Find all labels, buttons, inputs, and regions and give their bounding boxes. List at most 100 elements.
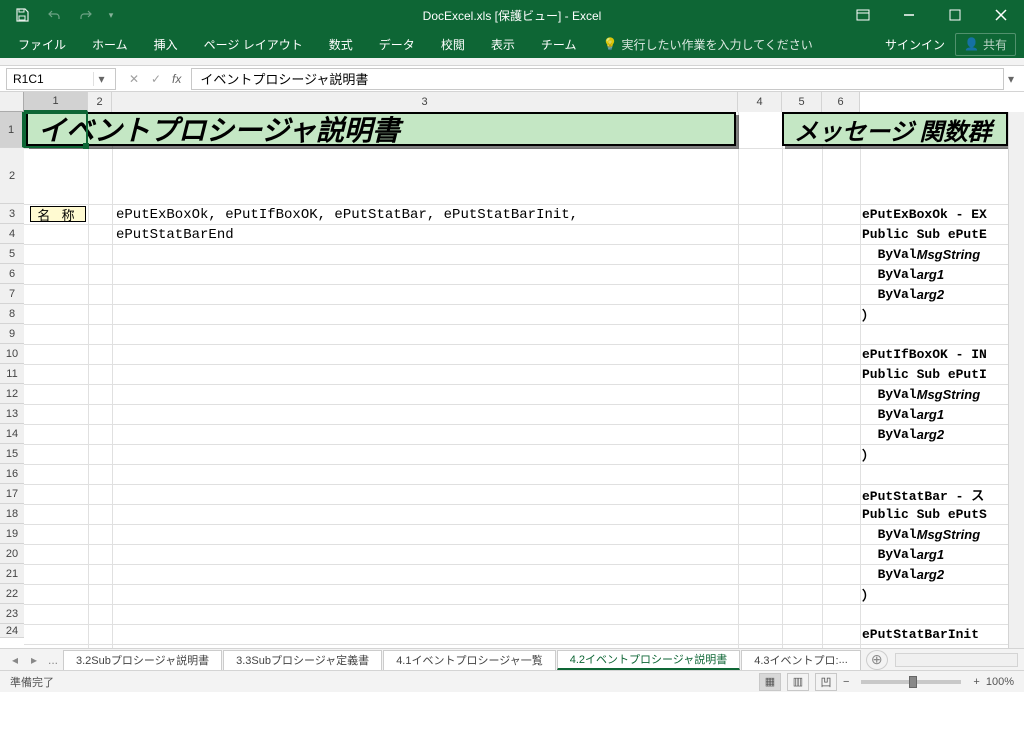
row-header-13[interactable]: 13: [0, 404, 24, 424]
row-header-7[interactable]: 7: [0, 284, 24, 304]
content-line-2: ePutStatBarEnd: [116, 227, 234, 243]
tab-formulas[interactable]: 数式: [319, 32, 363, 57]
view-pagebreak-icon[interactable]: 凹: [815, 673, 837, 691]
redo-icon[interactable]: [72, 1, 100, 29]
side-arg: ByVal arg1: [860, 404, 1008, 424]
tab-more-left[interactable]: ...: [44, 651, 62, 669]
side-arg: ByVal arg1: [860, 544, 1008, 564]
row-header-6[interactable]: 6: [0, 264, 24, 284]
tab-home[interactable]: ホーム: [82, 32, 138, 57]
zoom-slider[interactable]: [861, 680, 961, 684]
row-header-11[interactable]: 11: [0, 364, 24, 384]
sheet-tab-bar: ◂ ▸ ... 3.2Subプロシージャ説明書 3.3Subプロシージャ定義書 …: [0, 648, 1024, 670]
view-pagelayout-icon[interactable]: ▥: [787, 673, 809, 691]
qat-customize-icon[interactable]: ▾: [104, 1, 118, 29]
tab-view[interactable]: 表示: [481, 32, 525, 57]
ribbon-tabs: ファイル ホーム 挿入 ページ レイアウト 数式 データ 校閲 表示 チーム 💡…: [0, 30, 1024, 58]
tab-nav-prev-icon[interactable]: ▸: [25, 651, 43, 669]
select-all-corner[interactable]: [0, 92, 24, 112]
tab-team[interactable]: チーム: [531, 32, 587, 57]
status-bar: 準備完了 ▦ ▥ 凹 − + 100%: [0, 670, 1024, 692]
cancel-icon[interactable]: ✕: [124, 72, 144, 86]
row-header-8[interactable]: 8: [0, 304, 24, 324]
row-header-15[interactable]: 15: [0, 444, 24, 464]
signin-link[interactable]: サインイン: [885, 36, 945, 53]
new-sheet-icon[interactable]: ⊕: [866, 650, 888, 670]
row-header-10[interactable]: 10: [0, 344, 24, 364]
col-header-4[interactable]: 4: [738, 92, 782, 112]
fx-icon[interactable]: fx: [168, 72, 185, 86]
row-header-18[interactable]: 18: [0, 504, 24, 524]
row-header-24[interactable]: 24: [0, 624, 24, 638]
save-icon[interactable]: [8, 1, 36, 29]
status-ready: 準備完了: [10, 674, 54, 690]
row-header-21[interactable]: 21: [0, 564, 24, 584]
tab-pagelayout[interactable]: ページ レイアウト: [194, 32, 313, 57]
side-head: ePutIfBoxOK - IN: [860, 344, 1008, 364]
col-header-5[interactable]: 5: [782, 92, 822, 112]
sheet-tab[interactable]: 4.3イベントプロ: ...: [741, 650, 861, 670]
tab-file[interactable]: ファイル: [8, 32, 76, 57]
row-header-9[interactable]: 9: [0, 324, 24, 344]
zoom-thumb[interactable]: [909, 676, 917, 688]
row-header-2[interactable]: 2: [0, 148, 24, 204]
tab-nav-first-icon[interactable]: ◂: [6, 651, 24, 669]
row-header-22[interactable]: 22: [0, 584, 24, 604]
row-header-4[interactable]: 4: [0, 224, 24, 244]
tab-data[interactable]: データ: [369, 32, 425, 57]
view-normal-icon[interactable]: ▦: [759, 673, 781, 691]
bulb-icon: 💡: [602, 37, 617, 51]
side-arg: ByVal arg2: [860, 284, 1008, 304]
zoom-level[interactable]: 100%: [986, 676, 1014, 688]
tellme-search[interactable]: 💡 実行したい作業を入力してください: [602, 36, 812, 53]
close-icon[interactable]: [978, 0, 1024, 30]
row-header-17[interactable]: 17: [0, 484, 24, 504]
col-header-6[interactable]: 6: [822, 92, 860, 112]
name-box[interactable]: R1C1 ▾: [6, 68, 116, 90]
tellme-placeholder: 実行したい作業を入力してください: [621, 36, 812, 53]
row-header-23[interactable]: 23: [0, 604, 24, 624]
formula-input[interactable]: イベントプロシージャ説明書: [191, 68, 1004, 90]
maximize-icon[interactable]: [932, 0, 978, 30]
document-title: イベントプロシージャ説明書: [26, 112, 736, 146]
side-sub: Public Sub ePutS: [860, 504, 1008, 524]
side-arg: ByVal arg2: [860, 424, 1008, 444]
cells-region[interactable]: イベントプロシージャ説明書 メッセージ 関数群 名 称 ePutExBoxOk,…: [24, 112, 1008, 648]
horizontal-scrollbar[interactable]: [895, 653, 1018, 667]
side-block-1: ePutExBoxOk - EX Public Sub ePutE ByVal …: [860, 204, 1008, 324]
zoom-in-button[interactable]: +: [973, 676, 979, 688]
formula-content: イベントプロシージャ説明書: [200, 69, 368, 88]
side-arg: ByVal ByVal MsgStringMsgString: [860, 244, 1008, 264]
row-header-3[interactable]: 3: [0, 204, 24, 224]
formula-bar: R1C1 ▾ ✕ ✓ fx イベントプロシージャ説明書 ▾: [0, 66, 1024, 92]
tab-review[interactable]: 校閲: [431, 32, 475, 57]
tab-insert[interactable]: 挿入: [144, 32, 188, 57]
side-block-3: ePutStatBar - ス Public Sub ePutS ByVal M…: [860, 484, 1008, 604]
sheet-tab[interactable]: 3.3Subプロシージャ定義書: [223, 650, 382, 670]
row-header-1[interactable]: 1: [0, 112, 24, 148]
row-header-14[interactable]: 14: [0, 424, 24, 444]
minimize-icon[interactable]: [886, 0, 932, 30]
undo-icon[interactable]: [40, 1, 68, 29]
vertical-scrollbar[interactable]: [1008, 112, 1024, 648]
row-header-20[interactable]: 20: [0, 544, 24, 564]
side-close: ）: [860, 304, 1008, 324]
sheet-tab-active[interactable]: 4.2イベントプロシージャ説明書: [557, 650, 741, 670]
row-header-16[interactable]: 16: [0, 464, 24, 484]
sheet-tab[interactable]: 3.2Subプロシージャ説明書: [63, 650, 222, 670]
namebox-dropdown-icon[interactable]: ▾: [93, 72, 109, 86]
zoom-out-button[interactable]: −: [843, 676, 849, 688]
formula-expand-icon[interactable]: ▾: [1008, 72, 1024, 86]
enter-icon[interactable]: ✓: [146, 72, 166, 86]
side-block-2: ePutIfBoxOK - IN Public Sub ePutI ByVal …: [860, 344, 1008, 464]
ribbon-display-icon[interactable]: [840, 0, 886, 30]
side-head: ePutExBoxOk - EX: [860, 204, 1008, 224]
sheet-tab[interactable]: 4.1イベントプロシージャ一覧: [383, 650, 556, 670]
ribbon-collapsed: [0, 58, 1024, 66]
share-button[interactable]: 👤 共有: [955, 33, 1016, 56]
row-header-12[interactable]: 12: [0, 384, 24, 404]
row-header-5[interactable]: 5: [0, 244, 24, 264]
worksheet-grid[interactable]: 1 2 3 4 5 6 1 2 3 4 5 6 7 8 9 10 11 12 1…: [0, 92, 1024, 648]
window-title: DocExcel.xls [保護ビュー] - Excel: [423, 7, 602, 24]
row-header-19[interactable]: 19: [0, 524, 24, 544]
